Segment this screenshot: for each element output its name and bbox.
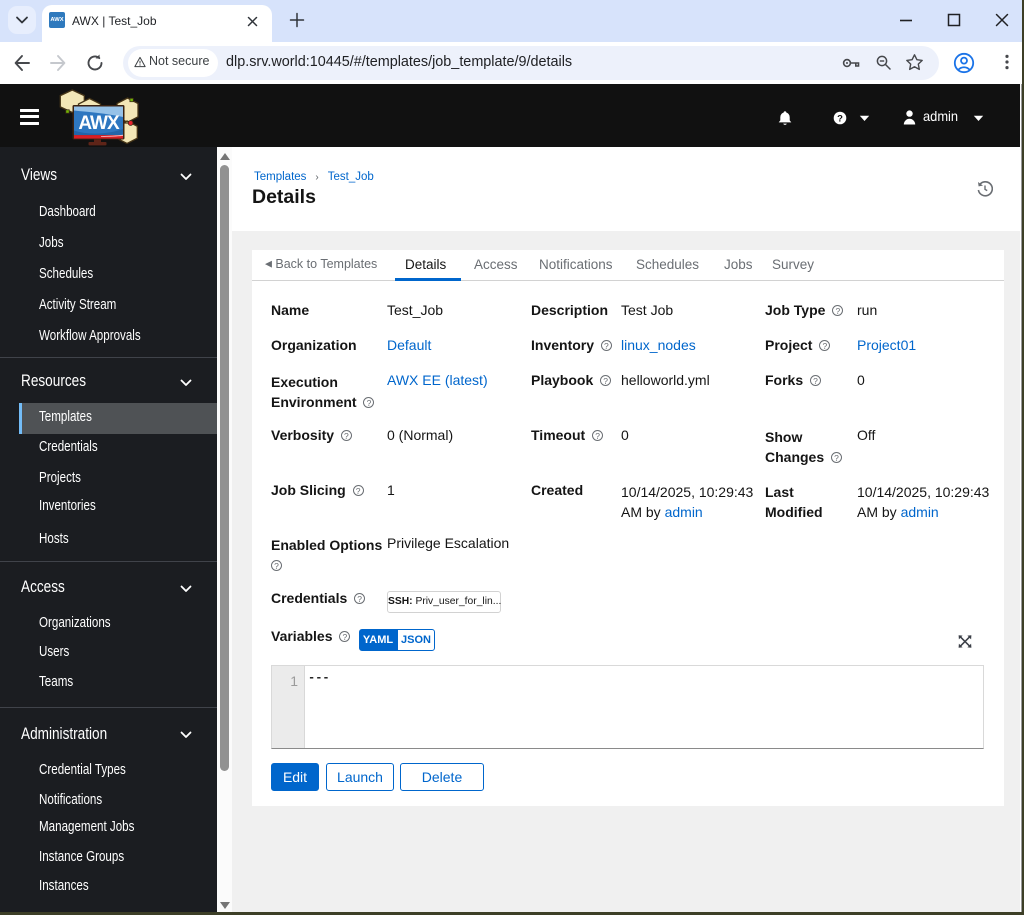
svg-text:?: ?: [837, 113, 843, 124]
svg-text:AWX: AWX: [78, 113, 120, 134]
